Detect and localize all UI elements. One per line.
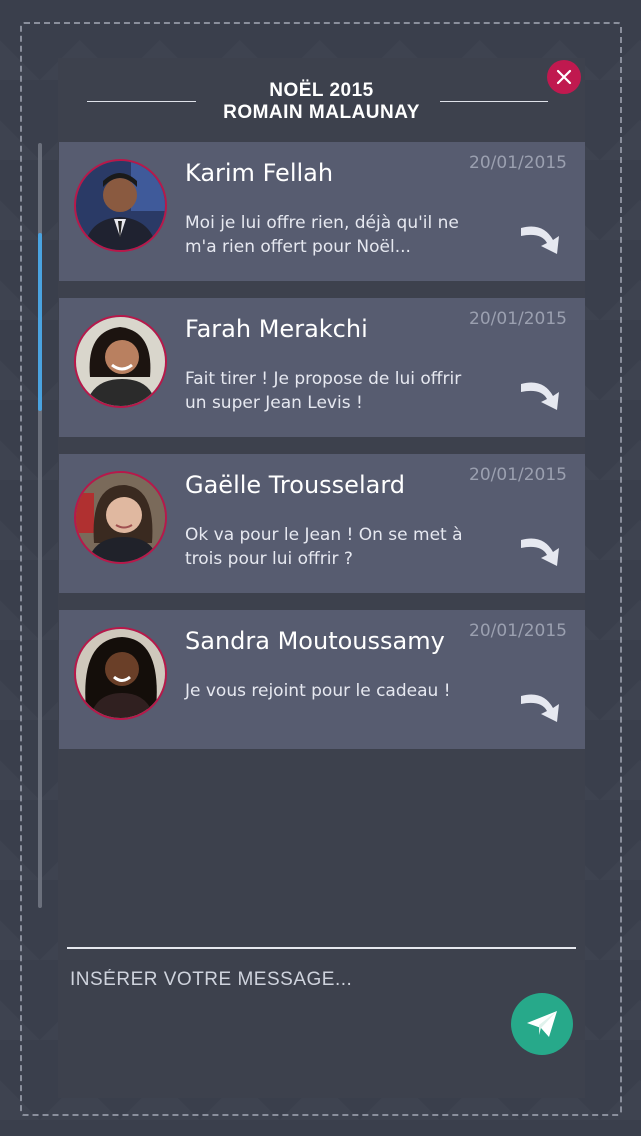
sender-name: Farah Merakchi [185,315,368,343]
message-date: 20/01/2015 [469,309,567,329]
message-text: Je vous rejoint pour le cadeau ! [185,681,451,701]
reply-arrow-icon[interactable] [517,680,567,724]
message-date: 20/01/2015 [469,621,567,641]
recipient-name: ROMAIN MALAUNAY [223,102,420,123]
message-card[interactable]: Farah Merakchi 20/01/2015 Fait tirer ! J… [59,298,585,437]
avatar [74,315,167,408]
message-text: Fait tirer ! Je propose de lui offrir un… [185,369,462,413]
close-button[interactable] [547,60,581,94]
scrollbar-thumb[interactable] [38,233,42,411]
reply-arrow-icon[interactable] [517,368,567,412]
message-card[interactable]: Sandra Moutoussamy 20/01/2015 Je vous re… [59,610,585,749]
sender-name: Sandra Moutoussamy [185,627,445,655]
avatar [74,627,167,720]
avatar [74,159,167,252]
sender-name: Gaëlle Trousselard [185,471,405,499]
message-date: 20/01/2015 [469,465,567,485]
message-text: Ok va pour le Jean ! On se met à trois p… [185,525,463,569]
send-button[interactable] [511,993,573,1055]
reply-arrow-icon[interactable] [517,212,567,256]
composer-divider [67,947,576,949]
message-card[interactable]: Karim Fellah 20/01/2015 Moi je lui offre… [59,142,585,281]
close-icon [556,69,572,85]
message-date: 20/01/2015 [469,153,567,173]
paper-plane-icon [527,1011,557,1037]
avatar [74,471,167,564]
sender-name: Karim Fellah [185,159,334,187]
conversation-header: NOËL 2015 ROMAIN MALAUNAY [58,80,585,124]
message-card[interactable]: Gaëlle Trousselard 20/01/2015 Ok va pour… [59,454,585,593]
reply-arrow-icon[interactable] [517,524,567,568]
message-text: Moi je lui offre rien, déjà qu'il ne m'a… [185,213,459,257]
event-title: NOËL 2015 [269,80,374,101]
message-input[interactable] [70,962,490,998]
